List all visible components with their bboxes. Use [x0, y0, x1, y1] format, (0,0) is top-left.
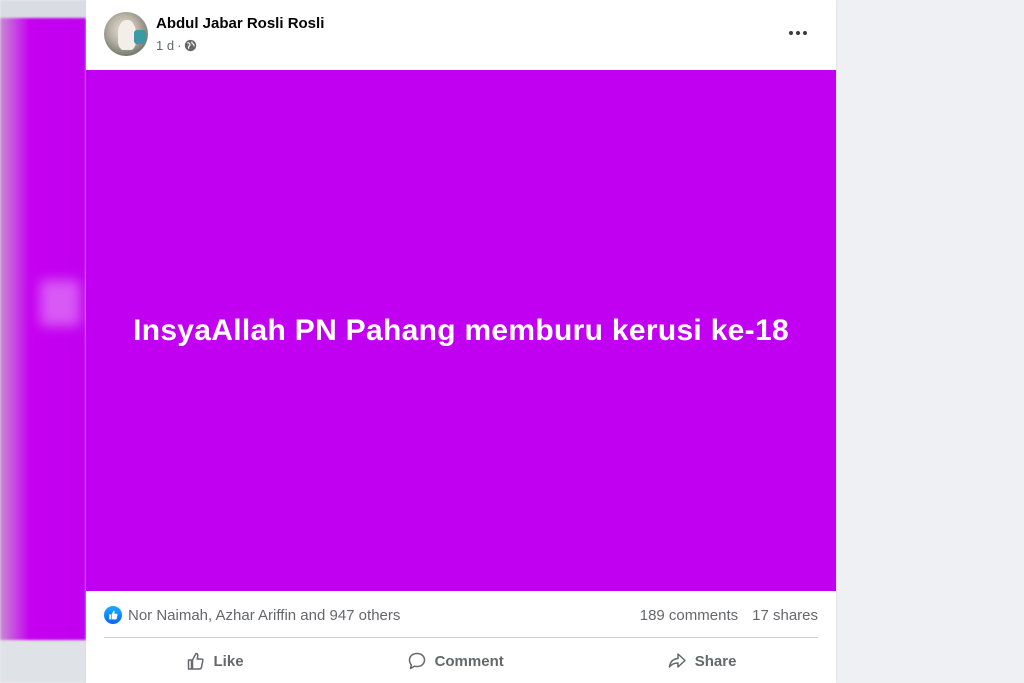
post-card: Abdul Jabar Rosli Rosli 1 d · InsyaAllah…	[86, 0, 836, 683]
reactions-summary[interactable]: Nor Naimah, Azhar Ariffin and 947 others	[104, 606, 400, 624]
more-dot	[803, 31, 807, 35]
comment-label: Comment	[434, 652, 504, 670]
more-options-button[interactable]	[786, 22, 810, 44]
background-ghost	[40, 280, 80, 326]
author-name[interactable]: Abdul Jabar Rosli Rosli	[156, 15, 324, 32]
avatar-accent	[134, 30, 146, 44]
thumbs-up-icon	[187, 652, 204, 670]
reactors-text[interactable]: Nor Naimah, Azhar Ariffin and 947 others	[128, 607, 400, 624]
like-label: Like	[213, 652, 244, 670]
background-stripe-top	[0, 0, 86, 18]
post-actions: Like Comment Share	[104, 642, 818, 680]
background-stripe-bottom	[0, 640, 86, 683]
background-left	[0, 0, 86, 683]
like-icon	[104, 606, 122, 624]
engagement-counts: 189 comments 17 shares	[640, 607, 818, 624]
share-button[interactable]: Share	[647, 645, 757, 677]
globe-icon	[185, 39, 197, 52]
post-meta: 1 d ·	[156, 38, 197, 53]
post-text: InsyaAllah PN Pahang memburu kerusi ke-1…	[133, 313, 789, 347]
avatar[interactable]	[104, 12, 148, 56]
like-button[interactable]: Like	[166, 645, 264, 677]
post-body: InsyaAllah PN Pahang memburu kerusi ke-1…	[86, 70, 836, 591]
meta-separator: ·	[177, 38, 182, 53]
more-dot	[789, 31, 793, 35]
share-label: Share	[694, 652, 737, 670]
comment-icon	[408, 652, 425, 670]
comments-count[interactable]: 189 comments	[640, 607, 738, 624]
more-dot	[796, 31, 800, 35]
divider	[104, 637, 818, 638]
background-right	[836, 0, 1024, 683]
shares-count[interactable]: 17 shares	[752, 607, 818, 624]
reactions-bar: Nor Naimah, Azhar Ariffin and 947 others…	[104, 602, 818, 628]
post-header: Abdul Jabar Rosli Rosli 1 d ·	[86, 0, 836, 70]
comment-button[interactable]: Comment	[387, 645, 524, 677]
post-time[interactable]: 1 d	[156, 38, 174, 53]
share-icon	[668, 653, 686, 668]
